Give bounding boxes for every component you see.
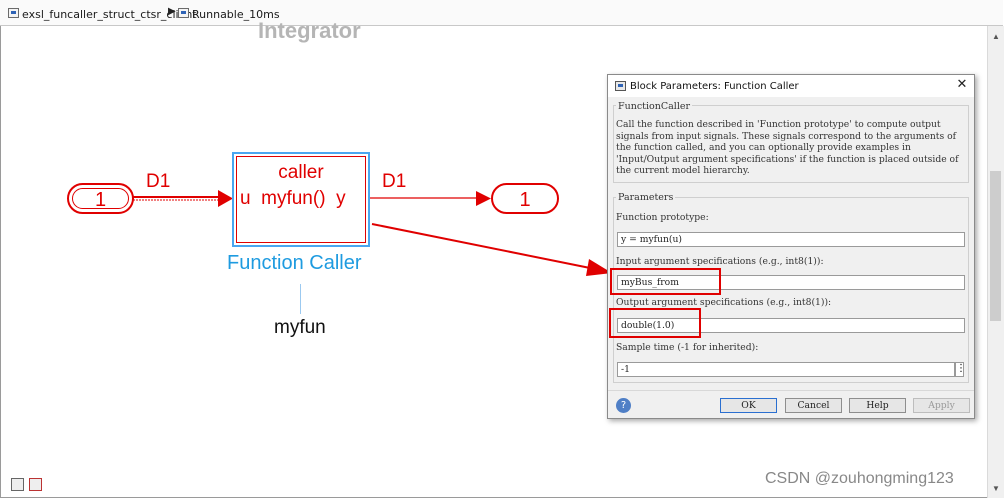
function-name-annotation: myfun bbox=[274, 317, 326, 338]
outport-number: 1 bbox=[519, 189, 531, 211]
output-spec-highlight bbox=[609, 308, 701, 338]
simulink-block-icon bbox=[615, 81, 626, 91]
sample-time-field[interactable]: -1 bbox=[617, 362, 955, 377]
input-arrowhead bbox=[218, 190, 233, 207]
watermark-text: CSDN @zouhongming123 bbox=[765, 470, 954, 487]
block-annotation-connector bbox=[300, 284, 301, 314]
ok-button[interactable]: OK bbox=[720, 398, 777, 413]
description-text: Call the function described in 'Function… bbox=[616, 119, 959, 177]
parameters-group-label: Parameters bbox=[616, 192, 676, 203]
help-button[interactable]: Help bbox=[849, 398, 906, 413]
sample-time-label: Sample time (-1 for inherited): bbox=[616, 342, 759, 353]
block-signature-text: u myfun() y bbox=[240, 188, 346, 209]
description-group-label: FunctionCaller bbox=[616, 101, 693, 112]
block-parameters-dialog: Block Parameters: Function Caller ✕ Func… bbox=[607, 74, 975, 419]
more-options-icon[interactable]: ⋮ bbox=[955, 362, 966, 377]
hide-show-icon[interactable] bbox=[11, 478, 24, 491]
block-caller-text: caller bbox=[278, 162, 324, 183]
input-spec-label: Input argument specifications (e.g., int… bbox=[616, 256, 824, 267]
function-caller-block[interactable]: caller u myfun() y bbox=[232, 152, 370, 247]
function-prototype-field[interactable]: y = myfun(u) bbox=[617, 232, 965, 247]
input-spec-highlight bbox=[610, 268, 721, 295]
cancel-button[interactable]: Cancel bbox=[785, 398, 842, 413]
close-icon[interactable]: ✕ bbox=[954, 77, 970, 93]
dialog-title-bar[interactable]: Block Parameters: Function Caller ✕ bbox=[608, 75, 974, 97]
output-spec-label: Output argument specifications (e.g., in… bbox=[616, 297, 832, 308]
zoom-fit-icon[interactable] bbox=[29, 478, 42, 491]
input-signal-label: D1 bbox=[146, 171, 171, 192]
output-signal-label: D1 bbox=[382, 171, 407, 192]
outport-block[interactable]: 1 bbox=[491, 183, 559, 214]
dialog-title: Block Parameters: Function Caller bbox=[630, 81, 799, 92]
annotation-arrow-line bbox=[371, 223, 596, 270]
apply-button[interactable]: Apply bbox=[913, 398, 970, 413]
inport-number: 1 bbox=[94, 189, 107, 211]
help-icon[interactable]: ? bbox=[616, 398, 631, 413]
function-prototype-label: Function prototype: bbox=[616, 212, 709, 223]
output-arrowhead bbox=[476, 191, 491, 206]
block-name-label[interactable]: Function Caller bbox=[227, 252, 362, 275]
inport-block[interactable]: 1 bbox=[67, 183, 134, 214]
